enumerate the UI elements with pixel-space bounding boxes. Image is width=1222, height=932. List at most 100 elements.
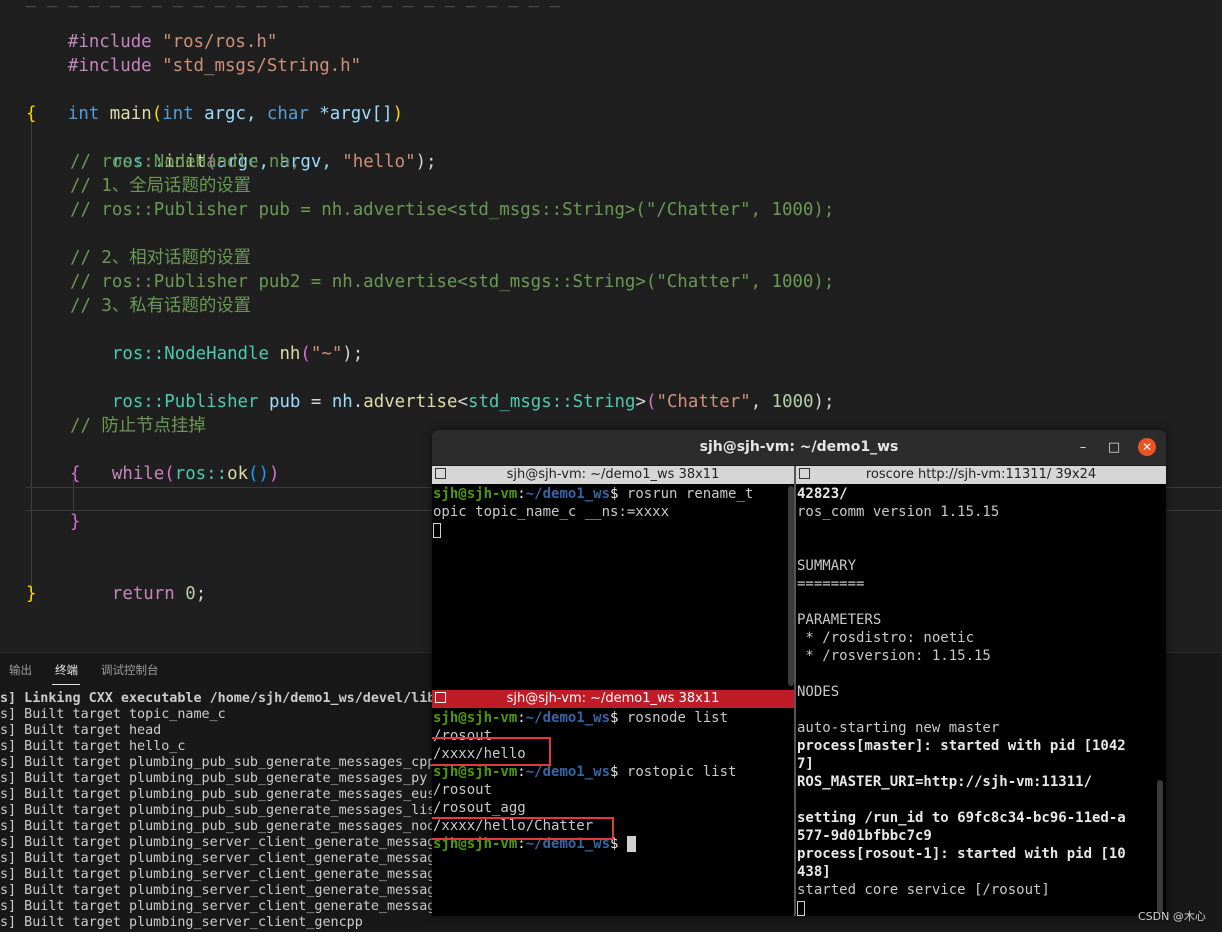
roscore-output-line: SUMMARY [797, 558, 857, 574]
namespace: std_msgs:: [467, 392, 573, 412]
type-keyword: char [266, 104, 309, 124]
code-line-nodehandle[interactable]: ros::NodeHandle nh("~"); [70, 318, 363, 364]
code-line-close-brace[interactable]: } [26, 582, 36, 606]
roscore-output-line: started core service [/rosout] [797, 882, 1050, 898]
maximize-button[interactable]: □ [1105, 439, 1123, 457]
roscore-output-line: 7] [797, 756, 814, 772]
punct: ); [813, 392, 835, 412]
code-line-open-brace[interactable]: { [26, 102, 36, 126]
code-line-comment[interactable]: // 1、全局话题的设置 [70, 174, 251, 198]
roscore-output-line: ROS_MASTER_URI=http://sjh-vm:11311/ [797, 774, 1093, 790]
code-line-comment[interactable]: // ros::Publisher pub2 = nh.advertise<st… [70, 270, 834, 294]
output-line: /rosout [433, 782, 493, 798]
roscore-output-line: setting /run_id to 69fc8c34-bc96-11ed-a [797, 810, 1126, 826]
build-output-line: s] Built target plumbing_server_client_g… [0, 883, 444, 898]
cursor-line [797, 899, 805, 916]
highlight-box-node [432, 737, 551, 766]
build-output-line: s] Built target head [0, 723, 162, 738]
number-literal: 0 [185, 584, 196, 604]
namespace: ros:: [111, 392, 165, 412]
roscore-output-line: 438] [797, 864, 831, 880]
code-line-publisher[interactable]: ros::Publisher pub = nh.advertise<std_ms… [70, 366, 835, 412]
preproc-include: #include [67, 56, 152, 76]
cursor-line [433, 521, 441, 539]
build-output-line: s] Built target plumbing_server_client_g… [0, 915, 363, 930]
roscore-output-line: 42823/ [797, 486, 848, 502]
roscore-output-line: auto-starting new master [797, 720, 1000, 736]
pane-left-top[interactable]: sjh@sjh-vm:~/demo1_ws$ rosrun rename_t o… [432, 484, 788, 688]
method-name: advertise [363, 392, 458, 412]
minimize-button[interactable]: – [1074, 439, 1092, 457]
close-button[interactable]: ✕ [1138, 438, 1156, 456]
build-output-line: s] Linking CXX executable /home/sjh/demo… [0, 691, 444, 706]
highlight-box-topic [432, 817, 614, 840]
type-keyword: int [162, 104, 194, 124]
roscore-output-line: process[rosout-1]: started with pid [10 [797, 846, 1126, 862]
build-output-line: s] Built target plumbing_server_client_g… [0, 835, 444, 850]
code-line-comment[interactable]: // 2、相对话题的设置 [70, 246, 251, 270]
bracket: ( [300, 344, 311, 364]
build-output-line: s] Built target plumbing_server_client_g… [0, 867, 444, 882]
indent-guide [31, 118, 32, 596]
build-output-line: s] Built target plumbing_server_client_g… [0, 899, 444, 914]
tab-terminal[interactable]: 终端 [55, 662, 78, 678]
build-output-line: s] Built target plumbing_pub_sub_generat… [0, 803, 444, 818]
class-name: Publisher [164, 392, 259, 412]
code-line-inner-close[interactable]: } [70, 510, 80, 534]
code-line-inner-open[interactable]: { [70, 462, 80, 486]
roscore-output-line: PARAMETERS [797, 612, 882, 628]
roscore-output-line: 577-9d01bfbbc7c9 [797, 828, 932, 844]
control-keyword: return [111, 584, 175, 604]
code-line-comment[interactable]: // ros::Publisher pub = nh.advertise<std… [70, 198, 834, 222]
namespace: ros:: [174, 464, 228, 484]
code-line-include-ros[interactable]: #include "ros/ros.h" [26, 6, 277, 52]
code-line-include-string[interactable]: #include "std_msgs/String.h" [26, 30, 361, 76]
number-literal: 1000 [771, 392, 814, 412]
pane-header-right[interactable]: roscore http://sjh-vm:11311/ 39x24 [796, 466, 1166, 484]
code-line-init[interactable]: ros::init(argc, argv, "hello"); [70, 126, 437, 172]
variable: nh [331, 392, 353, 412]
prompt-line: sjh@sjh-vm:~/demo1_ws$ rosrun rename_t [433, 486, 754, 502]
code-line-comment[interactable]: // 防止节点挂掉 [70, 414, 206, 438]
build-output-line: s] Built target plumbing_server_client_g… [0, 851, 444, 866]
roscore-output-line: ros_comm version 1.15.15 [797, 504, 1000, 520]
variable: pub [268, 392, 301, 412]
tab-debug-console[interactable]: 调试控制台 [101, 662, 159, 678]
string-literal: "~" [310, 344, 343, 364]
terminal-titlebar[interactable]: sjh@sjh-vm: ~/demo1_ws – □ ✕ [432, 430, 1166, 466]
scrollbar-right[interactable] [1157, 780, 1163, 914]
roscore-output-line: * /rosversion: 1.15.15 [797, 648, 991, 664]
pane-title: roscore http://sjh-vm:11311/ 39x24 [865, 467, 1097, 482]
code-line-return[interactable]: return 0; [70, 558, 206, 604]
terminal-cursor [626, 836, 636, 852]
control-keyword: while [111, 464, 165, 484]
build-output-line: s] Built target plumbing_pub_sub_generat… [0, 755, 436, 770]
pane-right[interactable]: 42823/ros_comm version 1.15.15 SUMMARY ===… [796, 484, 1156, 916]
code-line-comment[interactable]: // ros::NodeHandle nh; [70, 150, 300, 174]
roscore-output-line: process[master]: started with pid [1042 [797, 738, 1126, 754]
active-tab-indicator [52, 684, 80, 685]
namespace: ros:: [111, 344, 165, 364]
pane-header-left-bottom[interactable]: sjh@sjh-vm: ~/demo1_ws 38x11 [432, 690, 794, 708]
close-icon: ✕ [1141, 440, 1153, 454]
code-line-main[interactable]: int main(int argc, char *argv[]) [26, 78, 403, 124]
pane-header-left-top[interactable]: sjh@sjh-vm: ~/demo1_ws 38x11 [432, 466, 794, 484]
function-name: main [109, 104, 152, 124]
param: argc, [204, 104, 257, 124]
bracket: ) [392, 104, 404, 124]
tab-output[interactable]: 输出 [9, 662, 32, 678]
roscore-output-line: ======== [797, 576, 865, 592]
terminal-cursor [433, 522, 441, 538]
code-line-comment[interactable]: // 3、私有话题的设置 [70, 294, 251, 318]
class-name: NodeHandle [164, 344, 269, 364]
terminal-window[interactable]: sjh@sjh-vm: ~/demo1_ws – □ ✕ sjh@sjh-vm:… [432, 430, 1166, 916]
operator: = [300, 392, 332, 412]
code-line-while[interactable]: while(ros::ok()) [70, 438, 280, 484]
pane-title: sjh@sjh-vm: ~/demo1_ws 38x11 [506, 467, 720, 482]
type-keyword: int [67, 104, 100, 124]
build-output-line: s] Built target plumbing_pub_sub_generat… [0, 819, 444, 834]
string-literal: "hello" [342, 152, 416, 172]
command-continuation: opic topic_name_c __ns:=xxxx [433, 504, 670, 520]
prompt-line: sjh@sjh-vm:~/demo1_ws$ rosnode list [433, 710, 729, 726]
build-output-line: s] Built target plumbing_pub_sub_generat… [0, 787, 436, 802]
